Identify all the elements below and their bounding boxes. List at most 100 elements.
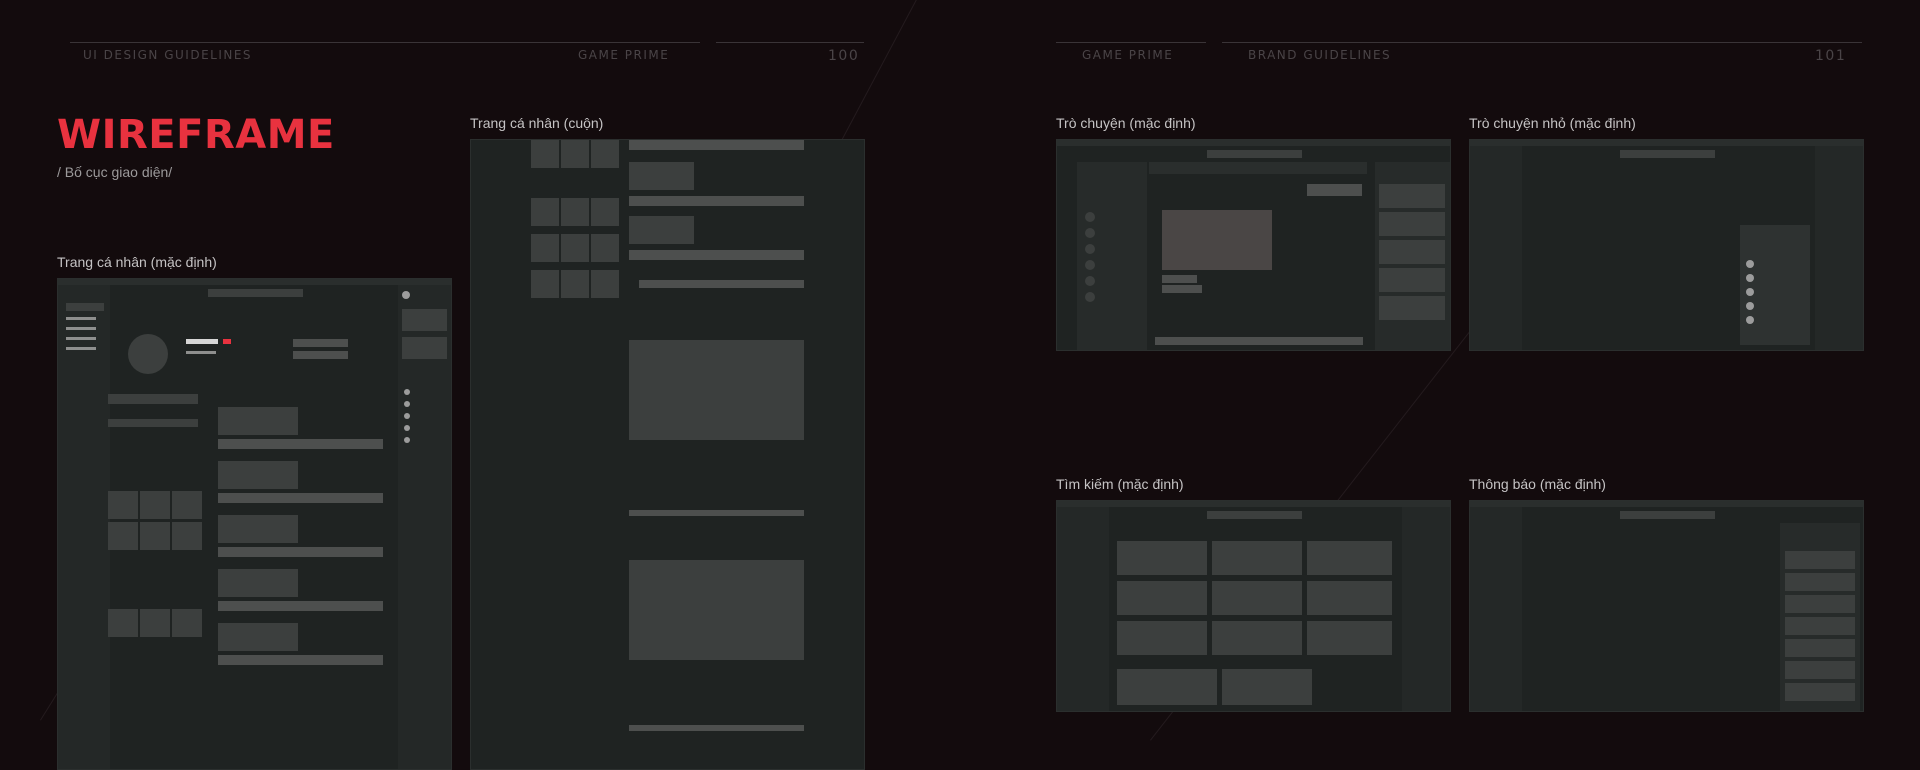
message-bubble: [1162, 285, 1202, 293]
avatar: [1746, 274, 1754, 282]
avatar: [128, 334, 168, 374]
header-rule: [1222, 42, 1862, 43]
post-card: [218, 461, 298, 489]
grid-tile: [140, 491, 170, 519]
result-card: [1222, 669, 1312, 705]
wireframe-label: Trang cá nhân (mặc định): [57, 254, 217, 270]
message-bubble: [1162, 275, 1197, 283]
nav-item: [66, 317, 96, 320]
post-toolbar: [218, 547, 383, 557]
notification-item: [1785, 595, 1855, 613]
titlebar: [1057, 501, 1450, 507]
panel-card: [1379, 268, 1445, 292]
post-image: [629, 560, 804, 660]
grid-tile: [531, 270, 559, 298]
avatar: [1085, 260, 1095, 270]
notification-item: [1785, 639, 1855, 657]
nav-item: [66, 337, 96, 340]
header-rule: [70, 42, 700, 43]
search-bar: [1620, 511, 1715, 519]
username: [186, 339, 218, 344]
notification-item: [1785, 683, 1855, 701]
result-card: [1117, 621, 1207, 655]
result-card: [1307, 581, 1392, 615]
panel-card: [1379, 184, 1445, 208]
avatar: [404, 401, 410, 407]
post-card: [218, 569, 298, 597]
nav-item: [66, 327, 96, 330]
result-card: [1117, 581, 1207, 615]
grid-tile: [108, 522, 138, 550]
avatar: [1085, 212, 1095, 222]
panel-card: [1379, 296, 1445, 320]
result-card: [1117, 669, 1217, 705]
result-card: [1307, 541, 1392, 575]
header-rule: [716, 42, 864, 43]
post-card: [629, 216, 694, 244]
grid-tile: [531, 198, 559, 226]
wireframe-label: Trò chuyện (mặc định): [1056, 115, 1196, 131]
notification-item: [1785, 551, 1855, 569]
right-panel: [1815, 146, 1863, 350]
page-subtitle: / Bố cục giao diện/: [57, 164, 173, 180]
result-card: [1212, 581, 1302, 615]
avatar: [1746, 316, 1754, 324]
wireframe-profile-scroll: [470, 139, 865, 770]
wireframe-label: Thông báo (mặc định): [1469, 476, 1606, 492]
wireframe-search: [1056, 500, 1451, 712]
post-card: [218, 623, 298, 651]
titlebar: [1057, 140, 1450, 146]
wireframe-profile-default: [57, 278, 452, 770]
post-toolbar: [218, 601, 383, 611]
text-block: [108, 394, 198, 404]
grid-tile: [172, 522, 202, 550]
header-brand: GAME PRIME: [578, 48, 670, 62]
avatar: [1746, 288, 1754, 296]
avatar: [402, 291, 410, 299]
search-bar: [1207, 150, 1302, 158]
notification-item: [1785, 617, 1855, 635]
grid-tile: [531, 234, 559, 262]
wireframe-label: Tìm kiếm (mặc định): [1056, 476, 1184, 492]
grid-tile: [140, 522, 170, 550]
page-number: 100: [828, 48, 860, 64]
post-image: [629, 340, 804, 440]
grid-tile: [172, 491, 202, 519]
avatar: [1085, 244, 1095, 254]
wireframe-label: Trang cá nhân (cuộn): [470, 115, 604, 131]
notification-item: [1785, 661, 1855, 679]
post-toolbar: [218, 655, 383, 665]
nav-item: [66, 303, 104, 311]
titlebar: [58, 279, 451, 285]
panel-card: [1379, 240, 1445, 264]
chat-header: [1149, 162, 1367, 174]
post-toolbar: [218, 493, 383, 503]
grid-tile: [108, 609, 138, 637]
avatar: [1085, 228, 1095, 238]
header-brand: GAME PRIME: [1082, 48, 1174, 62]
text-block: [108, 419, 198, 427]
button: [293, 351, 348, 359]
panel-card: [1379, 212, 1445, 236]
grid-tile: [591, 140, 619, 168]
panel-card: [402, 309, 447, 331]
avatar: [404, 389, 410, 395]
result-card: [1212, 621, 1302, 655]
notification-item: [1785, 573, 1855, 591]
search-bar: [1207, 511, 1302, 519]
sidebar: [1057, 507, 1109, 711]
result-card: [1307, 621, 1392, 655]
grid-tile: [561, 234, 589, 262]
right-panel: [1402, 507, 1450, 711]
comment-bar: [639, 280, 804, 288]
wireframe-small-chat: [1469, 139, 1864, 351]
avatar: [1746, 302, 1754, 310]
post-toolbar: [629, 250, 804, 260]
button: [293, 339, 348, 347]
post-toolbar: [629, 140, 804, 150]
grid-tile: [591, 234, 619, 262]
conversation-list: [1077, 162, 1147, 350]
nav-item: [66, 347, 96, 350]
grid-tile: [561, 198, 589, 226]
avatar: [1085, 292, 1095, 302]
